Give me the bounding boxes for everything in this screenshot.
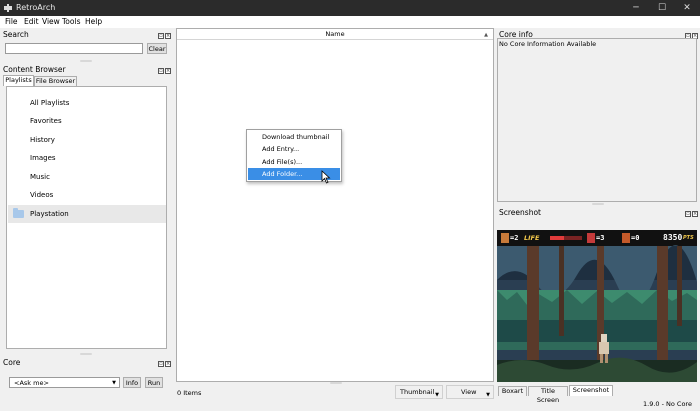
- splitter-handle[interactable]: [592, 203, 604, 205]
- splitter-handle[interactable]: [80, 60, 92, 62]
- name-column-header[interactable]: Name ▲: [177, 29, 493, 40]
- core-info-text: No Core Information Available: [499, 40, 597, 48]
- item-count: 0 Items: [177, 389, 202, 397]
- name-column-label: Name: [325, 30, 345, 38]
- playlist-item[interactable]: All Playlists: [8, 94, 166, 112]
- playlist-label: Videos: [30, 191, 54, 199]
- core-select-value: <Ask me>: [14, 379, 49, 387]
- hud-items2: =0: [631, 234, 640, 242]
- core-info-dock-buttons: ▫ ×: [685, 31, 700, 39]
- playlist-item[interactable]: Favorites: [8, 112, 166, 130]
- chevron-down-icon: ▼: [112, 380, 116, 386]
- splitter-handle[interactable]: [330, 382, 342, 384]
- playlist-item-playstation[interactable]: Playstation: [8, 205, 166, 223]
- hud-pts-label: PTS: [683, 235, 694, 241]
- playlist-label: All Playlists: [30, 99, 70, 107]
- folder-icon: [13, 208, 24, 218]
- tab-playlists[interactable]: Playlists: [3, 75, 34, 86]
- close-icon[interactable]: ×: [165, 33, 171, 39]
- sort-up-icon: ▲: [484, 32, 488, 38]
- menu-view[interactable]: View: [42, 17, 60, 26]
- menu-item-add-files[interactable]: Add File(s)...: [248, 156, 340, 168]
- info-button[interactable]: Info: [123, 377, 141, 388]
- view-mode-value: Thumbnail: [400, 388, 435, 396]
- playlist-label: Favorites: [30, 117, 62, 125]
- content-grid[interactable]: Name ▲: [176, 28, 494, 382]
- minimize-button[interactable]: ─: [623, 0, 649, 16]
- content-browser-dock-buttons: ▫ ×: [158, 66, 174, 74]
- playlist-label: Music: [30, 173, 50, 181]
- menu-bar: File Edit View Tools Help: [0, 16, 700, 28]
- tab-screenshot[interactable]: Screenshot: [569, 385, 613, 396]
- float-icon[interactable]: ▫: [158, 33, 164, 39]
- playlist-label: Images: [30, 154, 56, 162]
- maximize-button[interactable]: ☐: [649, 0, 675, 16]
- core-info-panel: No Core Information Available: [497, 38, 697, 202]
- search-dock-buttons: ▫ ×: [158, 31, 174, 39]
- retroarch-logo-icon: [4, 4, 12, 12]
- menu-help[interactable]: Help: [85, 17, 102, 26]
- close-icon[interactable]: ×: [165, 68, 171, 74]
- float-icon[interactable]: ▫: [158, 361, 164, 367]
- menu-item-add-entry[interactable]: Add Entry...: [248, 143, 340, 155]
- core-dock-buttons: ▫ ×: [158, 359, 174, 367]
- chevron-down-icon: ▼: [486, 392, 490, 398]
- playlist-item[interactable]: Music: [8, 168, 166, 186]
- search-title: Search: [3, 30, 29, 39]
- playlist-item[interactable]: History: [8, 131, 166, 149]
- close-button[interactable]: ✕: [674, 0, 700, 16]
- window-title: RetroArch: [16, 3, 56, 12]
- playlist-item[interactable]: Videos: [8, 186, 166, 204]
- tab-file-browser[interactable]: File Browser: [34, 76, 77, 86]
- core-select[interactable]: <Ask me> ▼: [9, 377, 120, 388]
- title-bar: RetroArch ─ ☐ ✕: [0, 0, 700, 16]
- view-mode-select[interactable]: Thumbnail ▼: [395, 385, 443, 399]
- menu-file[interactable]: File: [5, 17, 18, 26]
- view-label: View: [461, 388, 477, 396]
- close-icon[interactable]: ×: [165, 361, 171, 367]
- core-title: Core: [3, 358, 21, 367]
- splitter-handle[interactable]: [80, 353, 92, 355]
- playlist-label: Playstation: [30, 210, 69, 218]
- screenshot-dock-buttons: ▫ ×: [685, 209, 700, 217]
- hud-score: 8350: [663, 233, 683, 242]
- run-button[interactable]: Run: [145, 377, 163, 388]
- menu-tools[interactable]: Tools: [62, 17, 80, 26]
- hud-items1: =3: [596, 234, 605, 242]
- mouse-cursor-icon: [321, 170, 331, 184]
- tab-title-screen[interactable]: Title Screen: [528, 386, 568, 404]
- screenshot-title: Screenshot: [499, 208, 541, 217]
- menu-edit[interactable]: Edit: [24, 17, 39, 26]
- search-input[interactable]: [5, 43, 143, 54]
- hud-lives: =2: [510, 234, 519, 242]
- version-status: 1.9.0 - No Core: [643, 400, 692, 408]
- float-icon[interactable]: ▫: [158, 68, 164, 74]
- chevron-down-icon: ▼: [435, 392, 439, 398]
- playlist-label: History: [30, 136, 55, 144]
- float-icon[interactable]: ▫: [685, 211, 691, 217]
- view-select[interactable]: View ▼: [446, 385, 494, 399]
- game-scene-image: [497, 230, 697, 382]
- tab-boxart[interactable]: Boxart: [498, 386, 527, 396]
- game-screenshot: =2 LIFE =3 =0 8350 PTS: [497, 230, 697, 382]
- playlist-item[interactable]: Images: [8, 149, 166, 167]
- content-browser-title: Content Browser: [3, 65, 66, 74]
- hud-life-label: LIFE: [524, 234, 540, 242]
- playlist-list: All Playlists Favorites History Images M…: [6, 86, 167, 349]
- close-icon[interactable]: ×: [692, 211, 698, 217]
- clear-button[interactable]: Clear: [147, 43, 167, 54]
- menu-item-download-thumbnail[interactable]: Download thumbnail: [248, 131, 340, 143]
